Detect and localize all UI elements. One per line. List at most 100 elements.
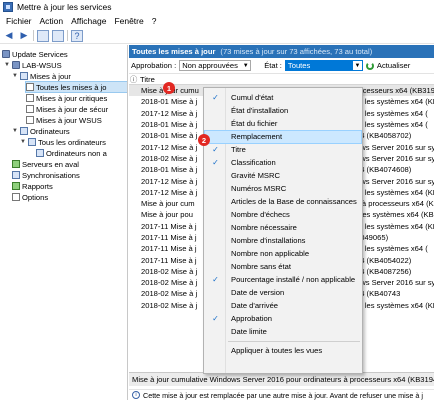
menu-item-date-limite[interactable]: Date limite <box>205 326 361 338</box>
chevron-down-icon: ▼ <box>242 62 249 69</box>
menu-action[interactable]: Action <box>36 16 68 26</box>
tree-mises-a-jour-wsus[interactable]: Mises à jour WSUS <box>26 115 102 125</box>
tree-synchronisations[interactable]: Synchronisations <box>12 170 80 180</box>
tree-label: Serveurs en aval <box>22 159 79 169</box>
downstream-servers-icon <box>12 160 20 168</box>
row-title-left: 2018-02 Mise à j <box>141 300 198 310</box>
tree-options[interactable]: Options <box>12 192 48 202</box>
tree-lab-wsus[interactable]: ▼ LAB-WSUS <box>4 60 62 70</box>
column-title[interactable]: Titre <box>138 75 155 84</box>
menu-affichage[interactable]: Affichage <box>67 16 110 26</box>
back-arrow-icon[interactable]: ◀ <box>3 30 15 42</box>
pane-subtitle: (73 mises à jour sur 73 affichées, 73 au… <box>220 47 373 56</box>
menu-item-label: Nombre d'installations <box>231 236 306 246</box>
menu-item-label: Date limite <box>231 327 267 337</box>
info-icon: i <box>132 391 140 399</box>
menu-item-date-version[interactable]: Date de version <box>205 287 361 299</box>
tree-label: Mises à jour <box>30 71 71 81</box>
menu-item-etat-installation[interactable]: État d'installation <box>205 105 361 117</box>
row-title-left: 2017-11 Mise à j <box>141 255 197 265</box>
synchronization-icon <box>12 171 20 179</box>
menu-item-label: État d'installation <box>231 106 289 116</box>
menu-item-approbation[interactable]: ✓ Approbation <box>205 313 361 325</box>
tree-label: Mises à jour critiques <box>36 93 108 103</box>
collapse-arrow-icon[interactable]: ▼ <box>12 73 18 79</box>
tree-label: Tous les ordinateurs <box>38 137 106 147</box>
tree-ordinateurs-non-attribues[interactable]: Ordinateurs non a <box>36 148 107 158</box>
info-text: Cette mise à jour est remplacée par une … <box>143 390 423 400</box>
tree-label: Mises à jour de sécur <box>36 104 109 114</box>
menu-item-label: Titre <box>231 145 246 155</box>
folder-up-icon[interactable] <box>37 29 49 42</box>
collapse-arrow-icon[interactable]: ▼ <box>12 128 18 134</box>
chevron-down-icon: ▼ <box>352 61 362 70</box>
menu-item-label: Nombre nécessaire <box>231 223 297 233</box>
reports-icon <box>12 182 20 190</box>
menu-help[interactable]: ? <box>148 16 161 26</box>
menu-item-nombre-non-applicable[interactable]: Nombre non applicable <box>205 248 361 260</box>
menu-item-gravite-msrc[interactable]: Gravité MSRC <box>205 170 361 182</box>
menu-item-classification[interactable]: ✓ Classification <box>205 157 361 169</box>
menu-item-appliquer-toutes-vues[interactable]: Appliquer à toutes les vues <box>205 345 361 357</box>
menu-fenetre[interactable]: Fenêtre <box>110 16 147 26</box>
console-tree-icon[interactable] <box>52 29 64 42</box>
tree-label: Mises à jour WSUS <box>36 115 102 125</box>
approval-dropdown[interactable]: Non approuvées ▼ <box>179 60 252 71</box>
tree-update-services[interactable]: Update Services <box>2 49 68 59</box>
row-title-right: ur les systèmes x64 ( <box>356 244 428 254</box>
menu-item-titre[interactable]: ✓ Titre <box>205 144 361 156</box>
refresh-button[interactable]: Actualiser <box>377 61 410 70</box>
menu-item-label: Articles de la Base de connaissances <box>231 197 357 207</box>
menu-item-label: Nombre non applicable <box>231 249 310 259</box>
info-column-icon[interactable]: ⓘ <box>129 74 138 85</box>
menu-item-pourcentage-installe[interactable]: ✓ Pourcentage installé / non applicable <box>205 274 361 286</box>
updates-view-icon <box>26 116 34 124</box>
menu-item-etat-fichier[interactable]: État du fichier <box>205 118 361 130</box>
tree-toutes-les-mises-a-jour[interactable]: Toutes les mises à jo <box>25 81 127 93</box>
tree-mises-a-jour-securite[interactable]: Mises à jour de sécur <box>26 104 108 114</box>
menu-bar: Fichier Action Affichage Fenêtre ? <box>0 14 434 28</box>
window-title: Mettre à jour les services <box>17 2 112 12</box>
computers-icon <box>20 127 28 135</box>
state-dropdown[interactable]: Toutes ▼ <box>284 60 363 71</box>
tree-mises-a-jour-critiques[interactable]: Mises à jour critiques <box>26 93 107 103</box>
menu-item-label: Cumul d'état <box>231 93 274 103</box>
menu-item-nombre-echecs[interactable]: Nombre d'échecs <box>205 209 361 221</box>
collapse-arrow-icon[interactable]: ▼ <box>4 62 10 68</box>
help-icon[interactable]: ? <box>71 29 83 42</box>
menu-item-numeros-msrc[interactable]: Numéros MSRC <box>205 183 361 195</box>
tree-serveurs-en-aval[interactable]: Serveurs en aval <box>12 159 79 169</box>
row-title-right: s à processeurs x64 (KB <box>356 199 434 209</box>
tree-mises-a-jour[interactable]: ▼ Mises à jour <box>12 71 71 81</box>
refresh-icon[interactable] <box>365 61 374 70</box>
menu-fichier[interactable]: Fichier <box>2 16 36 26</box>
menu-item-nombre-necessaire[interactable]: Nombre nécessaire <box>205 222 361 234</box>
toolbar-separator <box>67 30 68 41</box>
row-title-right: 64 (KB4087256) <box>356 266 412 276</box>
pane-header: Toutes les mises à jour (73 mises à jour… <box>129 45 434 58</box>
pane-title: Toutes les mises à jour <box>132 47 216 56</box>
row-title-right: ur les systèmes x64 (KB4053 <box>356 187 434 197</box>
updates-view-icon <box>26 105 34 113</box>
row-title-left: 2018-02 Mise à j <box>141 266 198 276</box>
row-title-left: 2017-12 Mise à j <box>141 108 198 118</box>
menu-item-date-arrivee[interactable]: Date d'arrivée <box>205 300 361 312</box>
row-title-right: ows Server 2016 sur sy <box>356 142 434 152</box>
forward-arrow-icon[interactable]: ▶ <box>18 30 30 42</box>
menu-item-label: État du fichier <box>231 119 278 129</box>
menu-item-remplacement[interactable]: Remplacement <box>204 130 362 144</box>
menu-item-articles-kb[interactable]: Articles de la Base de connaissances <box>205 196 361 208</box>
checkmark-icon: ✓ <box>212 275 219 285</box>
collapse-arrow-icon[interactable]: ▼ <box>20 139 26 145</box>
tree-rapports[interactable]: Rapports <box>12 181 53 191</box>
tree-ordinateurs[interactable]: ▼ Ordinateurs <box>12 126 70 136</box>
approval-value: Non approuvées <box>182 61 238 70</box>
row-title-right: ur les systèmes x64 (KB4056 <box>356 97 434 107</box>
tree-tous-les-ordinateurs[interactable]: ▼ Tous les ordinateurs <box>20 137 106 147</box>
menu-item-cumul-etat[interactable]: ✓ Cumul d'état <box>205 92 361 104</box>
server-icon <box>12 61 20 69</box>
row-title-right: 64 (KB4074608) <box>356 165 412 175</box>
menu-item-nombre-installations[interactable]: Nombre d'installations <box>205 235 361 247</box>
toolbar-separator <box>33 30 34 41</box>
menu-item-nombre-sans-etat[interactable]: Nombre sans état <box>205 261 361 273</box>
